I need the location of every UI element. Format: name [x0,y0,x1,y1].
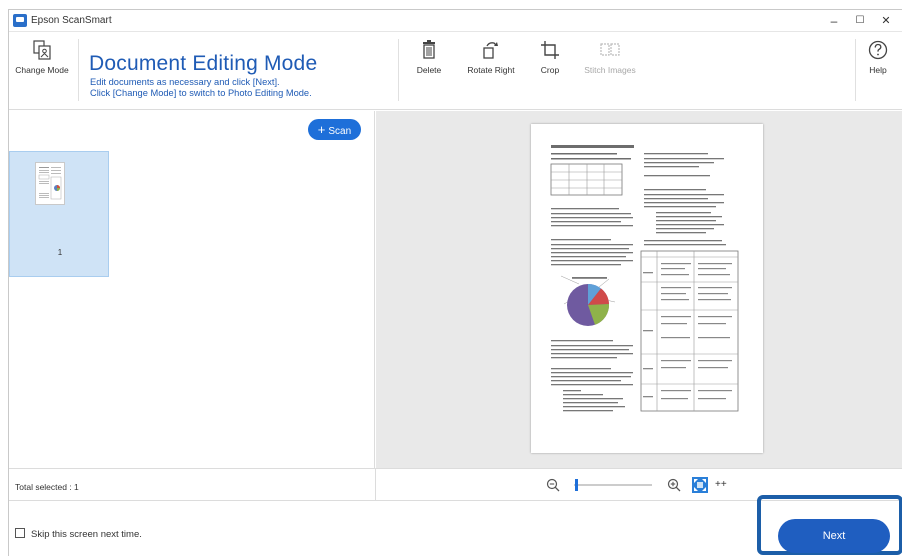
trash-icon [423,40,435,59]
help-label: Help [869,65,887,75]
toolbar: Change Mode Document Editing Mode Edit d… [9,33,902,110]
scanned-document-image [550,145,739,412]
toolbar-divider [855,39,856,101]
stitch-images-button[interactable]: Stitch Images [583,39,637,75]
close-button[interactable]: ✕ [873,12,899,30]
plus-icon: + [317,122,326,137]
change-mode-button[interactable]: Change Mode [14,39,70,75]
scan-button-label: Scan [328,126,352,137]
delete-button[interactable]: Delete [413,39,445,75]
scanned-page-preview [531,124,763,453]
help-button[interactable]: Help [863,39,893,75]
maximize-button[interactable]: ☐ [847,12,873,30]
epson-scansmart-app-icon [13,14,27,27]
crop-button[interactable]: Crop [534,39,566,75]
crop-icon [541,41,559,59]
crop-label: Crop [540,65,560,75]
page-title: Document Editing Mode [89,52,318,75]
fit-to-window-icon[interactable] [692,477,708,493]
window-title: Epson ScanSmart [31,15,112,26]
zoom-in-icon[interactable] [667,477,681,493]
footer: Skip this screen next time. Next [9,495,902,556]
rotate-right-label: Rotate Right [467,65,515,75]
toolbar-divider [78,39,79,101]
mode-description: Edit documents as necessary and click [N… [90,77,312,99]
checkbox-icon [15,528,25,538]
help-icon [868,40,888,60]
page-preview-area [376,111,902,468]
app-window: Epson ScanSmart – ☐ ✕ Change Mode Docume… [8,9,902,556]
change-mode-label: Change Mode [15,65,69,75]
mode-description-line-1: Edit documents as necessary and click [N… [90,77,280,87]
mode-description-line-2: Click [Change Mode] to switch to Photo E… [90,88,312,98]
actual-size-button[interactable]: ++ [715,479,727,495]
thumbnail-page-image [35,162,65,205]
stitch-images-icon [600,43,620,56]
skip-screen-label: Skip this screen next time. [31,529,142,540]
change-mode-icon [33,40,51,60]
thumbnail-preview [38,167,62,200]
rotate-right-button[interactable]: Rotate Right [464,39,518,75]
status-divider [375,469,376,501]
thumbnail-page-number: 1 [57,248,63,257]
page-thumbnail[interactable]: 1 [9,151,109,277]
next-button[interactable]: Next [778,519,890,553]
stitch-images-label: Stitch Images [584,65,636,75]
zoom-slider[interactable] [574,477,654,493]
title-bar: Epson ScanSmart – ☐ ✕ [9,10,902,32]
delete-label: Delete [416,65,442,75]
skip-screen-checkbox[interactable]: Skip this screen next time. [15,528,142,540]
scan-button[interactable]: + Scan [308,119,361,140]
zoom-slider-thumb [575,479,578,491]
rotate-right-icon [483,42,498,59]
total-selected-count: Total selected : 1 [15,482,79,492]
thumbnail-panel: + Scan 1 [9,111,375,468]
toolbar-divider [398,39,399,101]
zoom-out-icon[interactable] [546,477,560,493]
minimize-button[interactable]: – [821,12,847,30]
